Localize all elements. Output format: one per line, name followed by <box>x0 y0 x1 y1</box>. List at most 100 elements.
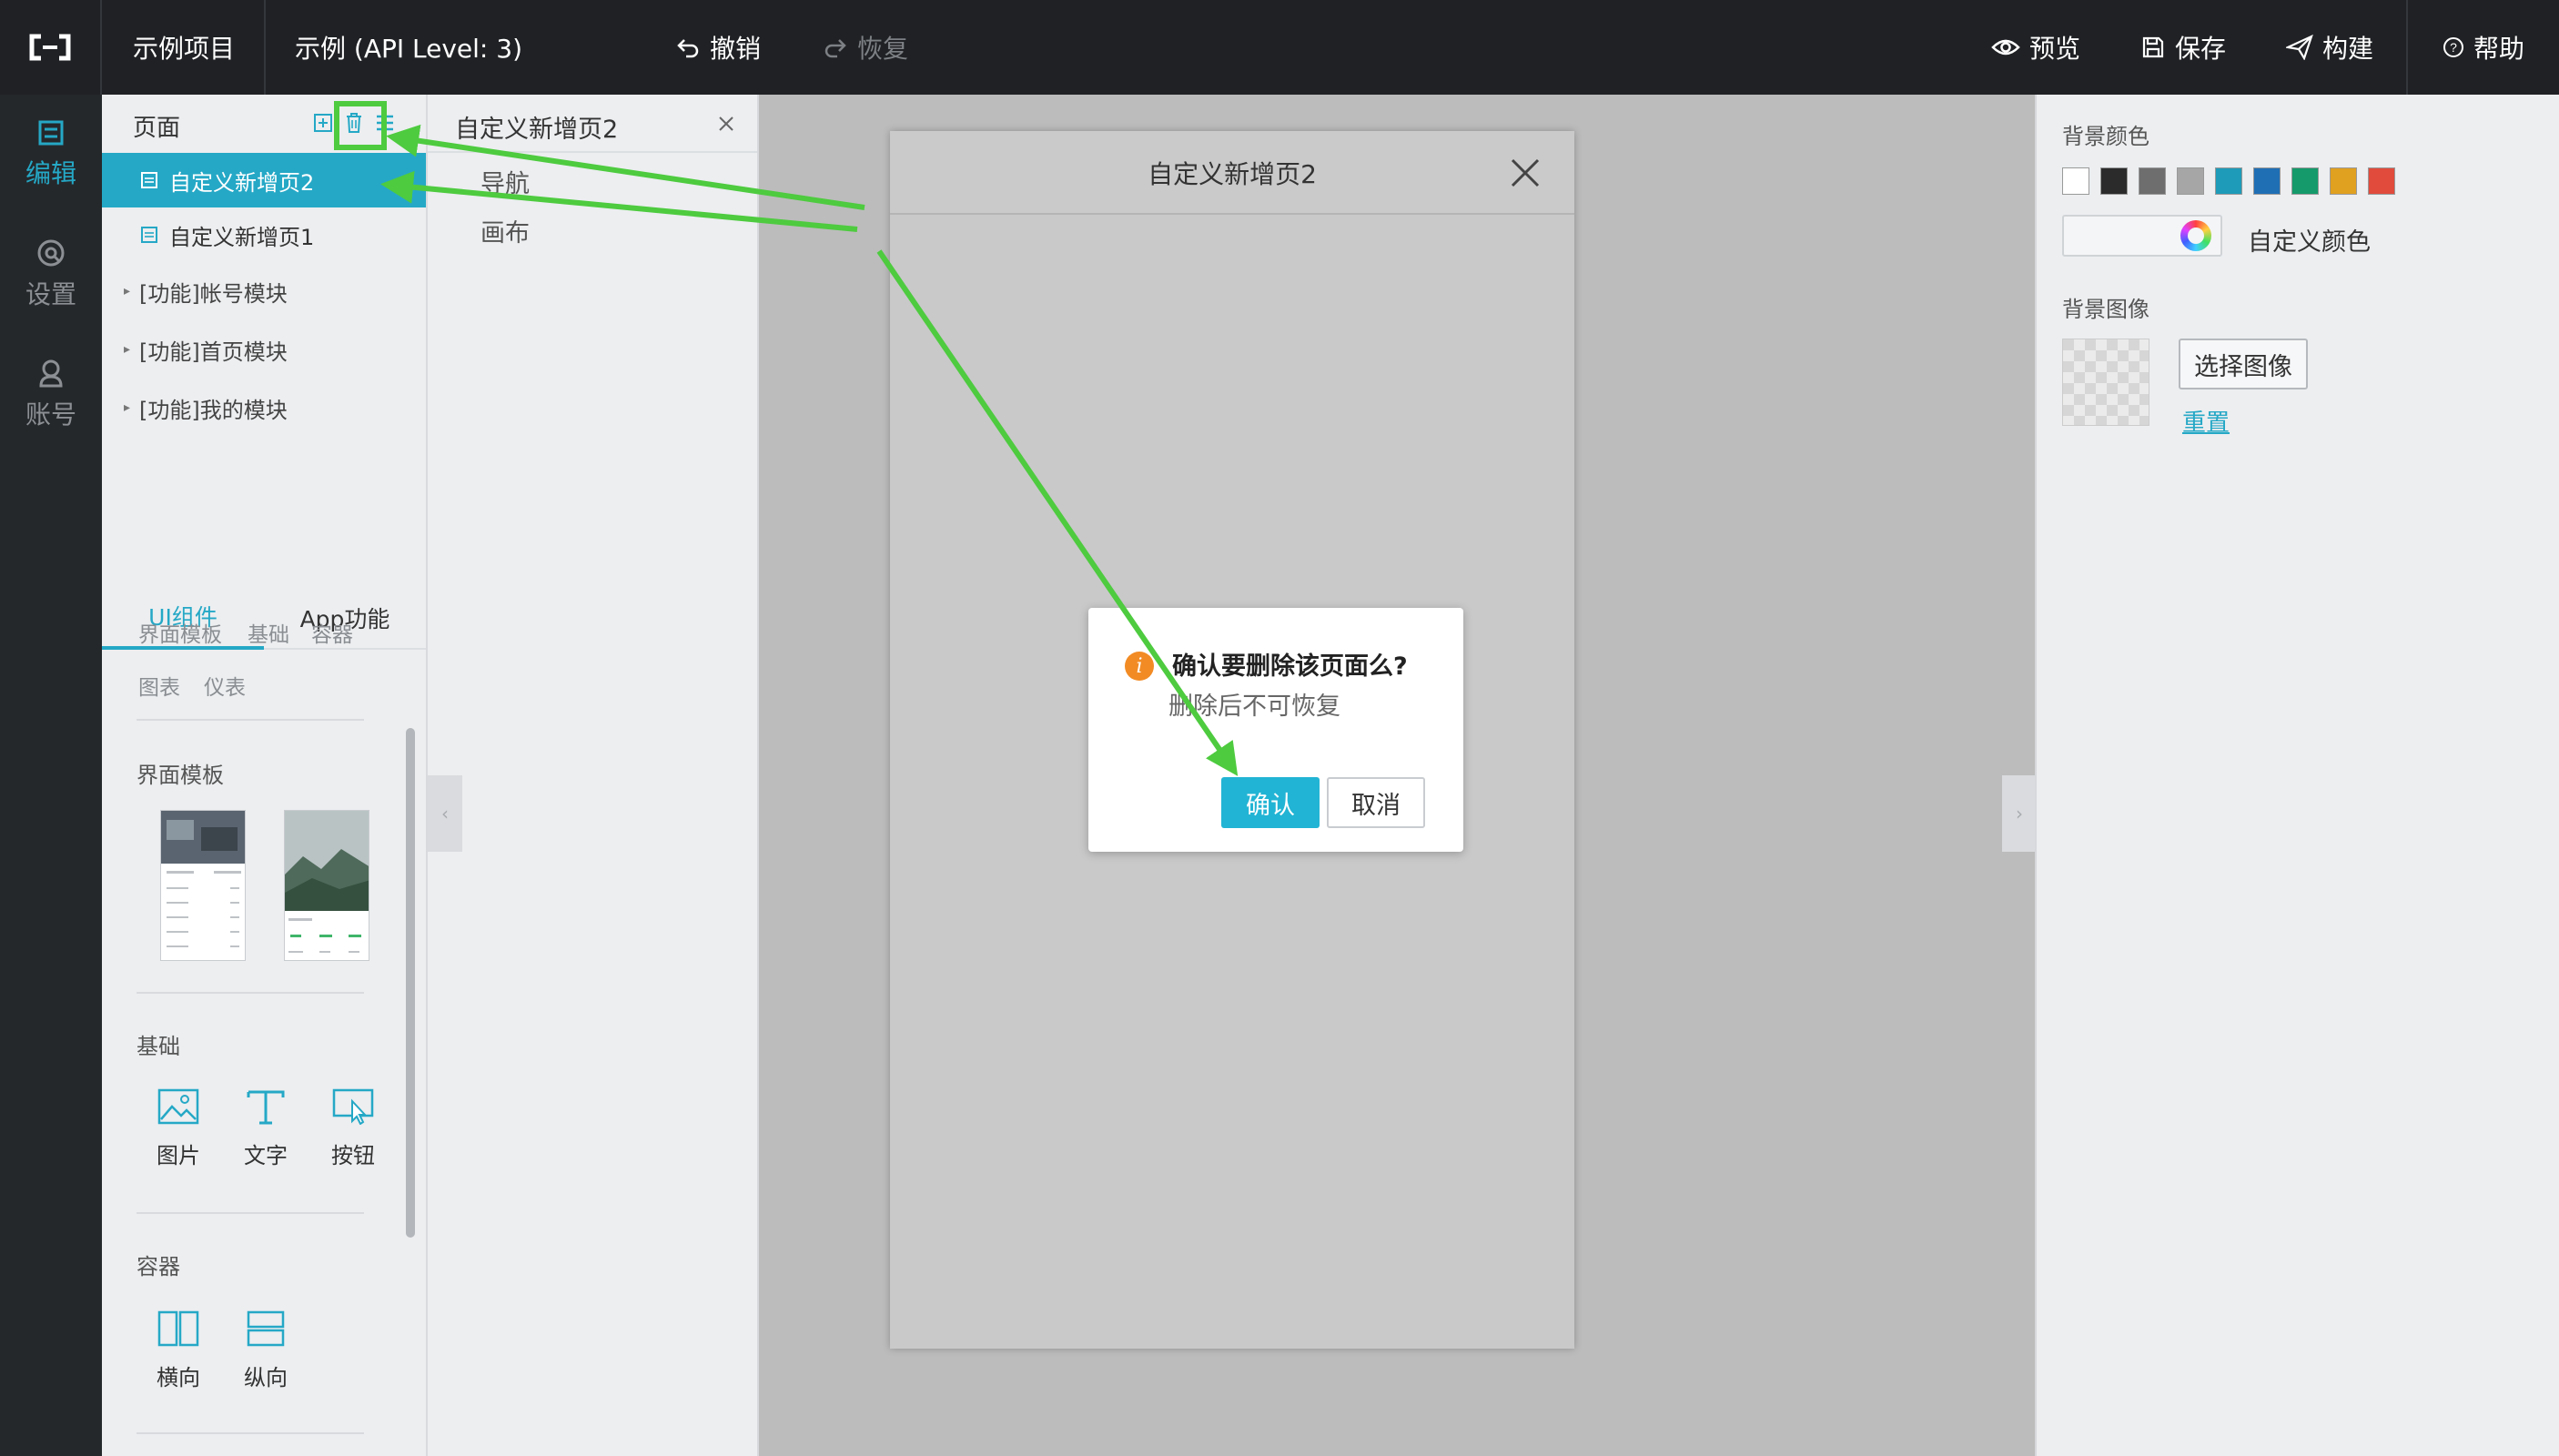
template-preview-image <box>161 811 245 947</box>
module-item[interactable]: ▸ [功能]帐号模块 <box>102 262 426 320</box>
preview-button[interactable]: 预览 <box>1991 0 2080 95</box>
color-swatch[interactable] <box>2215 167 2242 195</box>
widget-image[interactable]: 图片 <box>142 1088 215 1169</box>
rail-item-settings[interactable]: 设置 <box>0 220 102 329</box>
module-item[interactable]: ▸ [功能]我的模块 <box>102 379 426 437</box>
project-name[interactable]: 示例项目 <box>133 0 235 95</box>
template-preview-image <box>285 811 369 953</box>
app-logo[interactable] <box>0 0 102 95</box>
color-swatch[interactable] <box>2291 167 2319 195</box>
widget-button[interactable]: 按钮 <box>317 1088 389 1169</box>
outline-header: 自定义新增页2 <box>428 95 757 153</box>
page-item[interactable]: 自定义新增页1 <box>102 207 426 262</box>
caret-right-icon: ▸ <box>124 284 131 298</box>
close-icon[interactable] <box>715 113 737 135</box>
category-gauge[interactable]: 仪表 <box>204 670 246 701</box>
help-label: 帮助 <box>2473 34 2525 64</box>
bg-image-label: 背景图像 <box>2062 297 2149 322</box>
select-image-button[interactable]: 选择图像 <box>2179 339 2308 389</box>
confirm-delete-dialog: i 确认要删除该页面么? 删除后不可恢复 确认 取消 <box>1088 608 1463 852</box>
divider <box>137 1212 364 1214</box>
section-container-title: 容器 <box>137 1254 180 1279</box>
reset-link[interactable]: 重置 <box>2182 404 2230 438</box>
delete-page-button[interactable] <box>339 107 369 138</box>
question-icon: ? <box>2443 37 2463 57</box>
dialog-title: 确认要删除该页面么? <box>1172 652 1408 681</box>
logo-icon <box>29 34 71 61</box>
bg-color-label: 背景颜色 <box>2062 124 2149 149</box>
widget-label: 图片 <box>157 1143 200 1168</box>
template-thumbnail[interactable] <box>160 810 246 961</box>
widget-vertical[interactable]: 纵向 <box>229 1310 302 1391</box>
undo-button[interactable]: 撤销 <box>675 0 761 95</box>
category-templates[interactable]: 界面模板 <box>138 617 222 648</box>
save-button[interactable]: 保存 <box>2140 0 2226 95</box>
rail-label: 账号 <box>25 399 76 430</box>
help-button[interactable]: ? 帮助 <box>2443 0 2524 95</box>
add-icon <box>314 114 332 132</box>
category-basic[interactable]: 基础 <box>248 617 289 648</box>
save-icon <box>2142 36 2164 58</box>
category-chart[interactable]: 图表 <box>138 670 180 701</box>
widget-text[interactable]: 文字 <box>229 1088 302 1169</box>
account-icon <box>39 359 63 388</box>
color-swatch[interactable] <box>2330 167 2357 195</box>
collapse-right-button[interactable]: › <box>2002 775 2037 852</box>
close-icon[interactable] <box>1507 155 1543 191</box>
widget-label: 纵向 <box>244 1365 288 1390</box>
send-icon <box>2286 35 2313 60</box>
rail-item-account[interactable]: 账号 <box>0 340 102 450</box>
redo-button[interactable]: 恢复 <box>823 0 908 95</box>
app-name: 示例 (API Level: 3) <box>295 0 522 95</box>
color-swatch[interactable] <box>2139 167 2166 195</box>
chevron-left-icon: ‹ <box>441 803 449 824</box>
phone-nav-bar: 自定义新增页2 <box>890 131 1574 215</box>
dialog-message: 删除后不可恢复 <box>1168 693 1340 721</box>
pages-panel: 页面 自定义新增页2 自定义新增页1 ▸ [功能]帐号模块 ▸ [功能]首页模块… <box>102 95 428 1456</box>
settings-icon <box>37 239 65 267</box>
color-swatch[interactable] <box>2177 167 2204 195</box>
warning-icon: i <box>1125 652 1154 681</box>
text-icon <box>247 1090 285 1125</box>
outline-item-canvas[interactable]: 画布 <box>480 213 530 248</box>
page-menu-button[interactable] <box>369 107 400 138</box>
page-item[interactable]: 自定义新增页2 <box>102 153 426 207</box>
color-swatch[interactable] <box>2062 167 2089 195</box>
widget-label: 横向 <box>157 1365 200 1390</box>
rail-item-edit[interactable]: 编辑 <box>0 100 102 209</box>
collapse-left-button[interactable]: ‹ <box>428 775 462 852</box>
build-button[interactable]: 构建 <box>2286 0 2373 95</box>
menu-icon <box>377 115 393 131</box>
divider <box>2406 0 2408 95</box>
outline-item-nav[interactable]: 导航 <box>480 164 530 199</box>
trash-icon <box>347 113 361 133</box>
redo-icon <box>824 39 846 58</box>
undo-label: 撤销 <box>710 34 762 64</box>
save-label: 保存 <box>2175 34 2227 64</box>
cancel-button[interactable]: 取消 <box>1327 777 1425 828</box>
category-container[interactable]: 容器 <box>311 617 353 648</box>
section-templates-title: 界面模板 <box>137 763 224 788</box>
caret-right-icon: ▸ <box>124 342 131 357</box>
eye-icon <box>1991 39 2020 56</box>
horizontal-layout-icon <box>157 1310 199 1347</box>
phone-page-title: 自定义新增页2 <box>1148 159 1317 189</box>
module-label: [功能]首页模块 <box>139 339 288 365</box>
bg-image-preview <box>2062 339 2149 426</box>
module-item[interactable]: ▸ [功能]首页模块 <box>102 320 426 379</box>
widget-horizontal[interactable]: 横向 <box>142 1310 215 1391</box>
color-wheel-icon[interactable] <box>2180 220 2211 251</box>
page-item-label: 自定义新增页2 <box>169 169 315 196</box>
color-swatch[interactable] <box>2100 167 2128 195</box>
undo-icon <box>677 39 699 58</box>
color-swatch[interactable] <box>2253 167 2281 195</box>
caret-right-icon: ▸ <box>124 400 131 415</box>
template-thumbnail[interactable] <box>284 810 369 961</box>
color-swatch[interactable] <box>2368 167 2395 195</box>
add-page-button[interactable] <box>308 107 339 138</box>
rail-label: 编辑 <box>25 158 76 188</box>
scrollbar-thumb[interactable] <box>406 728 415 1238</box>
properties-panel: 背景颜色 自定义颜色 背景图像 选择图像 重置 <box>2035 95 2559 1456</box>
divider <box>137 1432 364 1434</box>
confirm-button[interactable]: 确认 <box>1221 777 1320 828</box>
